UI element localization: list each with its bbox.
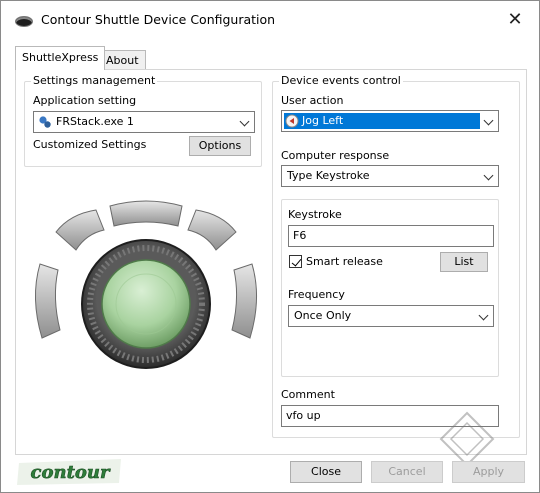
jog-knob[interactable]	[101, 259, 191, 349]
settings-management-title: Settings management	[31, 74, 158, 87]
user-action-value: Jog Left	[302, 114, 344, 127]
keystroke-field[interactable]: F6	[288, 225, 494, 247]
frequency-dropdown[interactable]: Once Only	[288, 305, 494, 327]
comment-value: vfo up	[286, 409, 321, 422]
apply-button[interactable]: Apply	[452, 461, 525, 483]
app-profile-icon	[39, 116, 51, 128]
window-title: Contour Shuttle Device Configuration	[41, 12, 276, 27]
chevron-down-icon	[483, 115, 494, 126]
left-side-button[interactable]	[34, 263, 61, 339]
frequency-value: Once Only	[294, 309, 352, 322]
application-setting-label: Application setting	[33, 94, 137, 107]
close-icon[interactable]: ✕	[507, 9, 522, 30]
shuttle-app-icon	[15, 16, 33, 27]
smart-release-checkbox[interactable]	[289, 255, 302, 268]
jog-left-icon	[285, 114, 299, 128]
device-events-group: Device events control User action Jog Le…	[272, 74, 520, 438]
frequency-label: Frequency	[288, 288, 345, 301]
config-window: Contour Shuttle Device Configuration ✕ S…	[0, 0, 540, 493]
top-right-button[interactable]	[187, 209, 237, 251]
options-button[interactable]: Options	[189, 136, 251, 156]
watermark-icon	[439, 411, 495, 467]
chevron-down-icon	[478, 310, 489, 321]
user-action-dropdown[interactable]: Jog Left	[281, 110, 499, 132]
device-events-title: Device events control	[279, 74, 403, 87]
customized-settings-label: Customized Settings	[33, 138, 147, 151]
application-setting-dropdown[interactable]: FRStack.exe 1	[33, 111, 255, 133]
comment-label: Comment	[281, 388, 335, 401]
right-side-button[interactable]	[231, 263, 258, 339]
chevron-down-icon	[483, 170, 494, 181]
tab-panel: Settings management Application setting …	[15, 69, 527, 455]
keystroke-label: Keystroke	[288, 208, 342, 221]
top-center-button[interactable]	[109, 200, 183, 227]
close-button[interactable]: Close	[290, 461, 362, 483]
contour-logo: contour	[17, 459, 121, 485]
settings-management-group: Settings management Application setting …	[24, 74, 262, 167]
cancel-button[interactable]: Cancel	[371, 461, 443, 483]
application-setting-value: FRStack.exe 1	[56, 115, 134, 128]
tab-shuttlexpress[interactable]: ShuttleXpress	[15, 46, 106, 70]
computer-response-value: Type Keystroke	[287, 169, 370, 182]
tab-about[interactable]: About	[99, 50, 146, 70]
keystroke-value: F6	[293, 229, 307, 242]
computer-response-label: Computer response	[281, 149, 390, 162]
top-left-button[interactable]	[55, 209, 105, 251]
close-window-button[interactable]: ✕	[501, 7, 529, 33]
contour-logo-text: contour	[31, 462, 111, 483]
chevron-down-icon	[239, 116, 250, 127]
computer-response-dropdown[interactable]: Type Keystroke	[281, 165, 499, 187]
list-button[interactable]: List	[440, 252, 488, 272]
keystroke-panel: Keystroke F6 Smart release List Frequenc…	[281, 199, 499, 377]
shuttle-device-illustration	[34, 200, 258, 369]
smart-release-label: Smart release	[306, 255, 383, 268]
title-bar: Contour Shuttle Device Configuration ✕	[1, 1, 539, 39]
user-action-label: User action	[281, 94, 344, 107]
